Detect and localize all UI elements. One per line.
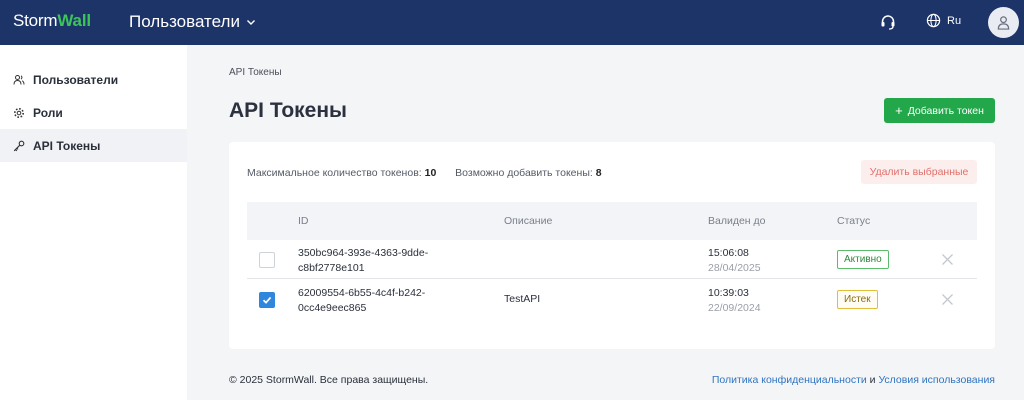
column-header-status: Статус [837,215,871,227]
breadcrumb[interactable]: API Токены [229,67,282,78]
sidebar-item-label: Пользователи [33,72,119,87]
footer-links: Политика конфиденциальности и Условия ис… [712,374,995,386]
chevron-down-icon [246,20,255,25]
section-switcher[interactable]: Пользователи [129,12,256,32]
add-token-label: Добавить токен [907,104,984,117]
logo-wall: Wall [57,11,91,30]
terms-of-use-link[interactable]: Условия использования [878,374,995,386]
add-token-button[interactable]: + Добавить токен [884,98,995,123]
logo[interactable]: StormWall [13,11,91,31]
valid-time: 15:06:08 [708,247,749,259]
top-bar: StormWall Пользователи Ru [0,0,1024,45]
table-row: 350bc964-393e-4363-9dde- c8bf2778e101 15… [247,241,977,279]
token-id-line: 0cc4e9eec865 [298,302,367,314]
status-badge: Активно [837,250,889,269]
gear-icon [14,107,24,118]
sidebar-item-label: Роли [33,105,63,120]
token-id-line: c8bf2778e101 [298,262,365,274]
sidebar-item-api-tokens[interactable]: API Токены [0,129,187,162]
user-icon [997,16,1010,30]
valid-date: 22/09/2024 [708,302,761,314]
max-tokens-label: Максимальное количество токенов: [247,167,422,179]
sidebar-item-users[interactable]: Пользователи [0,63,187,96]
delete-selected-button[interactable]: Удалить выбранные [861,160,977,184]
token-valid-until: 10:39:03 22/09/2024 [708,286,761,316]
copyright: © 2025 StormWall. Все права защищены. [229,374,429,386]
tokens-card: Максимальное количество токенов: 10 Возм… [229,142,995,349]
token-id: 62009554-6b55-4c4f-b242- 0cc4e9eec865 [298,286,458,316]
globe-icon [926,13,941,28]
logo-storm: Storm [13,11,58,30]
token-id-line: 62009554-6b55-4c4f-b242- [298,287,426,299]
max-tokens-value: 10 [424,167,437,179]
token-id: 350bc964-393e-4363-9dde- c8bf2778e101 [298,246,458,276]
checkmark-icon [262,296,272,304]
users-icon [13,74,25,85]
sidebar-item-roles[interactable]: Роли [0,96,187,129]
avatar[interactable] [988,7,1019,38]
token-stats: Максимальное количество токенов: 10 Возм… [247,167,602,179]
section-title: Пользователи [129,12,240,31]
status-badge: Истек [837,290,878,309]
sidebar-item-label: API Токены [33,138,101,153]
row-checkbox[interactable] [259,252,275,268]
available-tokens-label: Возможно добавить токены: [455,167,593,179]
row-checkbox[interactable] [259,292,275,308]
language-switcher[interactable]: Ru [926,13,961,28]
valid-date: 28/04/2025 [708,262,761,274]
table-row: 62009554-6b55-4c4f-b242- 0cc4e9eec865 Te… [247,281,977,319]
available-tokens-value: 8 [595,167,602,179]
column-header-description: Описание [504,215,553,227]
token-id-line: 350bc964-393e-4363-9dde- [298,247,429,259]
headset-icon[interactable] [879,13,897,31]
column-header-id: ID [298,215,309,227]
token-description: TestAPI [504,293,541,305]
token-valid-until: 15:06:08 28/04/2025 [708,246,761,276]
language-label: Ru [947,14,962,27]
footer-conjunction: и [866,374,879,386]
sidebar: Пользователи Роли API Токены [0,45,187,400]
page-title: API Токены [229,99,347,122]
key-icon [13,140,25,151]
close-icon[interactable] [941,293,954,306]
table-header: ID Описание Валиден до Статус [247,202,977,240]
column-header-valid-until: Валиден до [708,215,766,227]
plus-icon: + [895,103,903,118]
valid-time: 10:39:03 [708,287,749,299]
privacy-policy-link[interactable]: Политика конфиденциальности [712,374,867,386]
close-icon[interactable] [941,253,954,266]
